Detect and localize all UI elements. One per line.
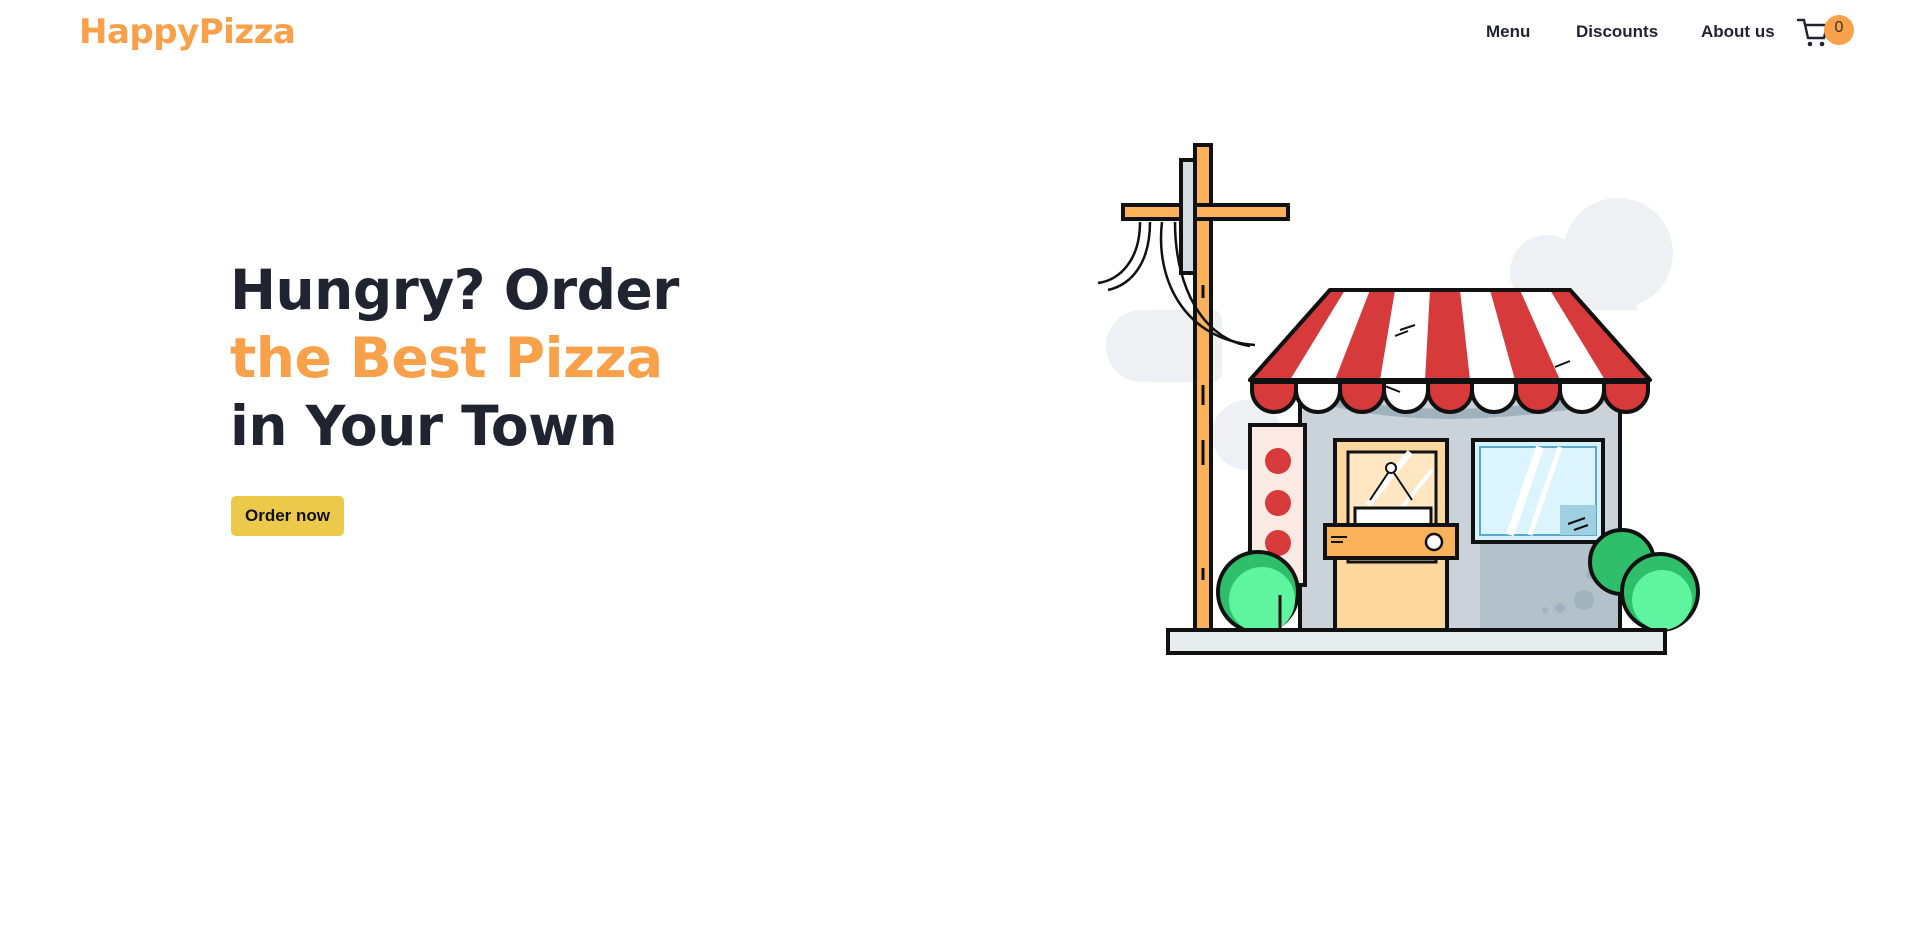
awning-scallops xyxy=(1250,380,1650,414)
cart-count-badge: 0 xyxy=(1824,15,1854,45)
order-now-button[interactable]: Order now xyxy=(231,496,344,536)
main-nav: Menu Discounts About us xyxy=(0,20,1916,50)
pizza-shop-illustration xyxy=(1097,143,1700,655)
nav-menu[interactable]: Menu xyxy=(1486,22,1530,42)
hero-title-line-2: the Best Pizza xyxy=(230,326,663,390)
nav-discounts[interactable]: Discounts xyxy=(1576,22,1658,42)
hero-title-line-1: Hungry? Order xyxy=(230,258,679,322)
cart-button[interactable]: 0 xyxy=(1796,15,1854,55)
bush-left xyxy=(1216,550,1300,634)
hero-title: Hungry? Order the Best Pizza in Your Tow… xyxy=(230,256,679,460)
hero-title-line-3: in Your Town xyxy=(230,394,618,458)
nav-about-us[interactable]: About us xyxy=(1701,22,1775,42)
